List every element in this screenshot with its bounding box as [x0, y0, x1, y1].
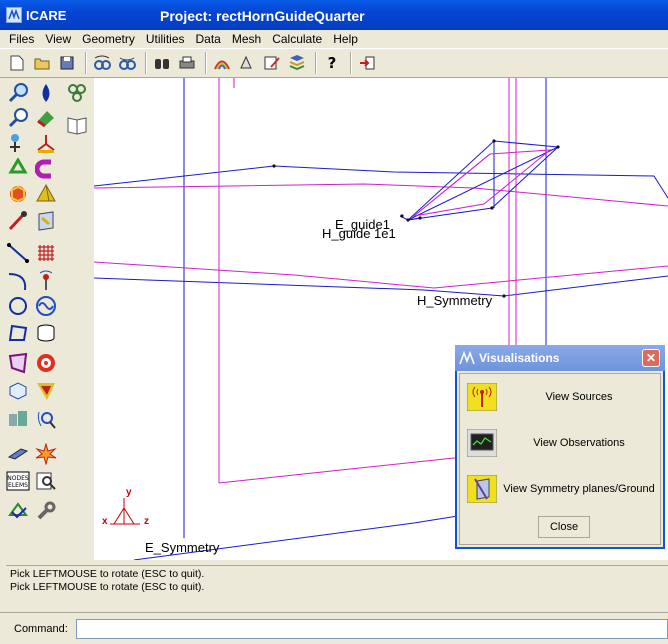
- wave-icon[interactable]: [33, 293, 59, 319]
- edit-note-icon[interactable]: [261, 52, 283, 74]
- command-bar: Command:: [0, 612, 668, 644]
- view-sources-label: View Sources: [545, 391, 613, 403]
- axis-z-label: z: [144, 516, 149, 527]
- close-icon[interactable]: ✕: [642, 349, 660, 367]
- pen-icon[interactable]: [5, 208, 31, 234]
- app-name: ICARE: [26, 7, 67, 23]
- icare-window: ICARE Project: rectHornGuideQuarter File…: [0, 0, 668, 644]
- nodes-elems-icon[interactable]: NODES ELEMS: [5, 468, 31, 494]
- axes-icon[interactable]: [33, 130, 59, 156]
- close-button[interactable]: Close: [538, 516, 590, 538]
- exit-icon[interactable]: [356, 52, 378, 74]
- svg-text:ELEMS: ELEMS: [8, 482, 28, 489]
- print-icon[interactable]: [176, 52, 198, 74]
- command-input[interactable]: [75, 618, 668, 639]
- dialog-body: View Sources View Observations View Symm…: [459, 373, 661, 545]
- title-bar[interactable]: ICARE Project: rectHornGuideQuarter: [0, 0, 668, 30]
- menu-bar: Files View Geometry Utilities Data Mesh …: [0, 30, 668, 48]
- zoom-in-icon[interactable]: [5, 80, 31, 106]
- view-symmetry-row[interactable]: View Symmetry planes/Ground: [466, 472, 660, 506]
- view-observations-label: View Observations: [533, 437, 625, 449]
- tool-palette: NODES ELEMS: [0, 78, 94, 560]
- cylinder-icon[interactable]: [33, 320, 59, 346]
- mesh-check-icon[interactable]: [5, 498, 31, 524]
- pyramid-icon[interactable]: [33, 181, 59, 207]
- wrench-icon[interactable]: [33, 498, 59, 524]
- menu-mesh[interactable]: Mesh: [227, 32, 267, 46]
- view-observations-row[interactable]: View Observations: [466, 426, 660, 460]
- biohazard-icon[interactable]: [64, 80, 90, 106]
- icare-logo-icon: [6, 7, 22, 23]
- pick-icon[interactable]: [5, 130, 31, 156]
- toolbar-separator: [205, 52, 207, 74]
- label-h-symmetry: H_Symmetry: [417, 293, 493, 308]
- menu-data[interactable]: Data: [191, 32, 227, 46]
- line-icon[interactable]: [5, 240, 31, 266]
- toolbar-separator: [85, 52, 87, 74]
- curve-icon[interactable]: [5, 268, 31, 294]
- menu-help[interactable]: Help: [328, 32, 364, 46]
- axis-x-label: x: [102, 516, 108, 527]
- rotate-left-icon[interactable]: [91, 52, 113, 74]
- axis-y-label: y: [126, 487, 132, 498]
- rotate-right-icon[interactable]: [116, 52, 138, 74]
- toolbar-separator: [350, 52, 352, 74]
- symmetry-plane-icon[interactable]: [466, 474, 498, 504]
- status-line: Pick LEFTMOUSE to rotate (ESC to quit).: [10, 581, 205, 593]
- toolbar-separator: [145, 52, 147, 74]
- drop-icon[interactable]: [33, 80, 59, 106]
- box-icon[interactable]: [5, 378, 31, 404]
- label-h-guide: H_guide 1e1: [322, 226, 396, 241]
- dialog-title-bar[interactable]: Visualisations ✕: [455, 345, 665, 371]
- dialog-title: Visualisations: [479, 351, 560, 365]
- menu-files[interactable]: Files: [0, 32, 40, 46]
- cube-icon[interactable]: [5, 181, 31, 207]
- save-icon[interactable]: [56, 52, 78, 74]
- mirror-icon[interactable]: [33, 208, 59, 234]
- axis-triad: [110, 498, 140, 525]
- toolbar-separator: [315, 52, 317, 74]
- window-title: Project: rectHornGuideQuarter: [160, 8, 365, 24]
- recycle-icon[interactable]: [5, 156, 31, 182]
- zoom-out-icon[interactable]: [5, 105, 31, 131]
- svg-text:NODES: NODES: [7, 475, 29, 482]
- magnet-icon[interactable]: [33, 156, 59, 182]
- rainbow-icon[interactable]: [211, 52, 233, 74]
- view-symmetry-label: View Symmetry planes/Ground: [503, 483, 655, 495]
- menu-geometry[interactable]: Geometry: [77, 32, 141, 46]
- book-icon[interactable]: [64, 112, 90, 138]
- visualisations-dialog: Visualisations ✕ View Sources View Obser…: [455, 345, 665, 549]
- grid-icon[interactable]: [33, 240, 59, 266]
- toolbar: ?: [0, 48, 668, 78]
- surface-icon[interactable]: [5, 350, 31, 376]
- layers-icon[interactable]: [286, 52, 308, 74]
- source-antenna-icon[interactable]: [466, 382, 498, 412]
- help-icon[interactable]: ?: [321, 52, 343, 74]
- oscilloscope-icon[interactable]: [466, 428, 498, 458]
- new-file-icon[interactable]: [6, 52, 28, 74]
- plate-icon[interactable]: [5, 441, 31, 467]
- inspect-icon[interactable]: [33, 468, 59, 494]
- menu-view[interactable]: View: [40, 32, 77, 46]
- probe-icon[interactable]: [33, 406, 59, 432]
- label-e-symmetry: E_Symmetry: [145, 540, 220, 555]
- circle-icon[interactable]: [5, 293, 31, 319]
- explode-icon[interactable]: [33, 441, 59, 467]
- binoculars-icon[interactable]: [151, 52, 173, 74]
- open-folder-icon[interactable]: [31, 52, 53, 74]
- target-icon[interactable]: [33, 350, 59, 376]
- polygon-icon[interactable]: [5, 320, 31, 346]
- menu-utilities[interactable]: Utilities: [141, 32, 191, 46]
- view-sources-row[interactable]: View Sources: [466, 380, 660, 414]
- status-line: Pick LEFTMOUSE to rotate (ESC to quit).: [10, 568, 205, 580]
- antenna-icon[interactable]: [33, 268, 59, 294]
- paint-icon[interactable]: [33, 105, 59, 131]
- status-log: Pick LEFTMOUSE to rotate (ESC to quit). …: [6, 565, 668, 611]
- shapes-icon[interactable]: [236, 52, 258, 74]
- menu-calculate[interactable]: Calculate: [267, 32, 328, 46]
- funnel-icon[interactable]: [33, 378, 59, 404]
- icare-logo-icon: [459, 350, 475, 366]
- blocks-icon[interactable]: [5, 406, 31, 432]
- command-label: Command:: [14, 622, 68, 635]
